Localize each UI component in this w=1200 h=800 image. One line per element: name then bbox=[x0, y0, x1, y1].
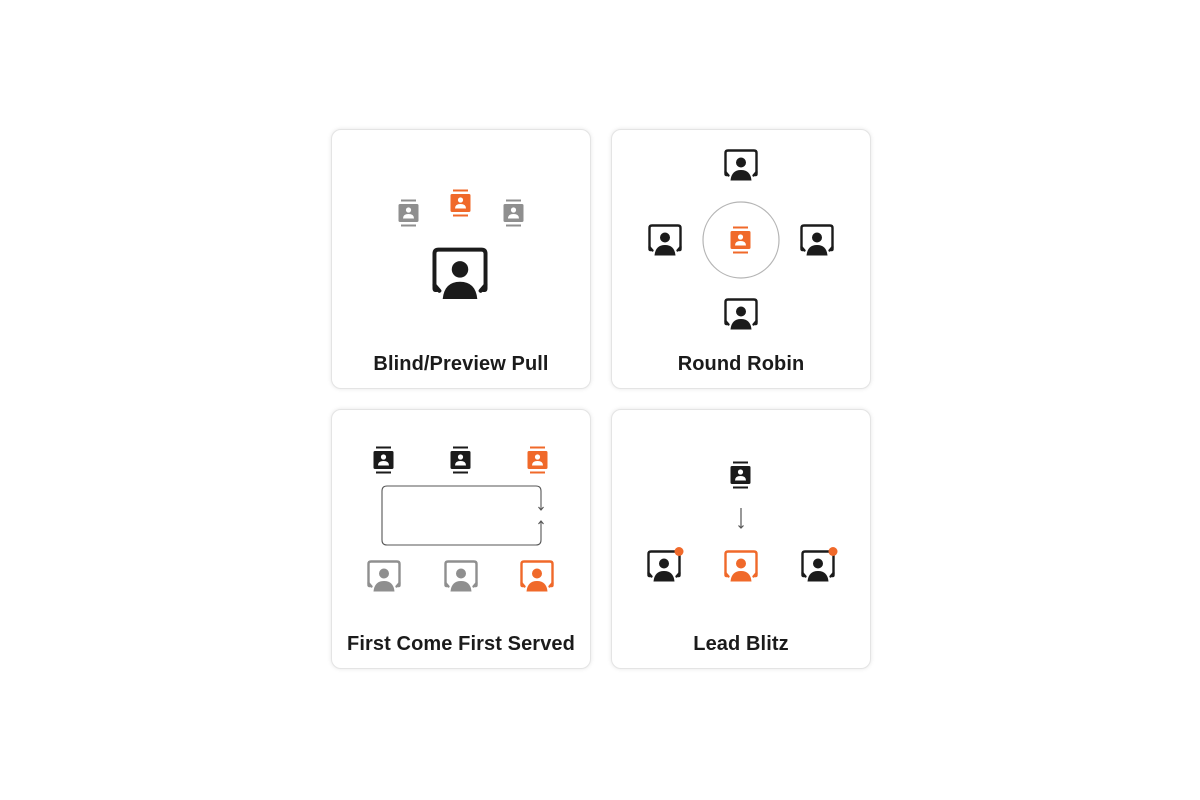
card-blind-preview-pull: Blind/Preview Pull bbox=[331, 129, 591, 389]
agent-monitor-icon bbox=[724, 550, 758, 582]
lead-card-icon bbox=[450, 189, 471, 217]
arrow-down-icon bbox=[538, 497, 544, 511]
card-lead-blitz: Lead Blitz bbox=[611, 409, 871, 669]
agent-monitor-icon bbox=[724, 149, 758, 181]
lead-card-icon bbox=[450, 446, 471, 474]
notification-dot bbox=[674, 547, 684, 556]
card-title: Lead Blitz bbox=[693, 633, 789, 655]
lead-card-icon bbox=[398, 199, 419, 227]
notification-dot bbox=[828, 547, 838, 556]
agent-monitor-icon bbox=[647, 547, 684, 582]
agent-monitor-icon bbox=[432, 247, 488, 300]
agent-monitor-icon bbox=[724, 298, 758, 330]
loop-connector bbox=[381, 485, 544, 546]
agent-monitor-icon bbox=[444, 560, 478, 592]
agent-monitor-icon bbox=[648, 224, 682, 256]
card-title: First Come First Served bbox=[347, 633, 575, 655]
agent-monitor-icon bbox=[367, 560, 401, 592]
agent-monitor-icon bbox=[800, 224, 834, 256]
agent-monitor-icon bbox=[520, 560, 554, 592]
lead-card-icon bbox=[730, 226, 751, 254]
card-title: Round Robin bbox=[677, 353, 805, 375]
lead-card-icon bbox=[527, 446, 548, 474]
lead-card-icon bbox=[730, 461, 751, 489]
card-first-come-first-served: First Come First Served bbox=[331, 409, 591, 669]
arrow-down-icon bbox=[738, 508, 744, 529]
agent-monitor-icon bbox=[801, 547, 838, 582]
lead-card-icon bbox=[373, 446, 394, 474]
lead-card-icon bbox=[503, 199, 524, 227]
arrow-up-icon bbox=[538, 520, 544, 531]
card-round-robin: Round Robin bbox=[611, 129, 871, 389]
card-title: Blind/Preview Pull bbox=[373, 353, 549, 375]
